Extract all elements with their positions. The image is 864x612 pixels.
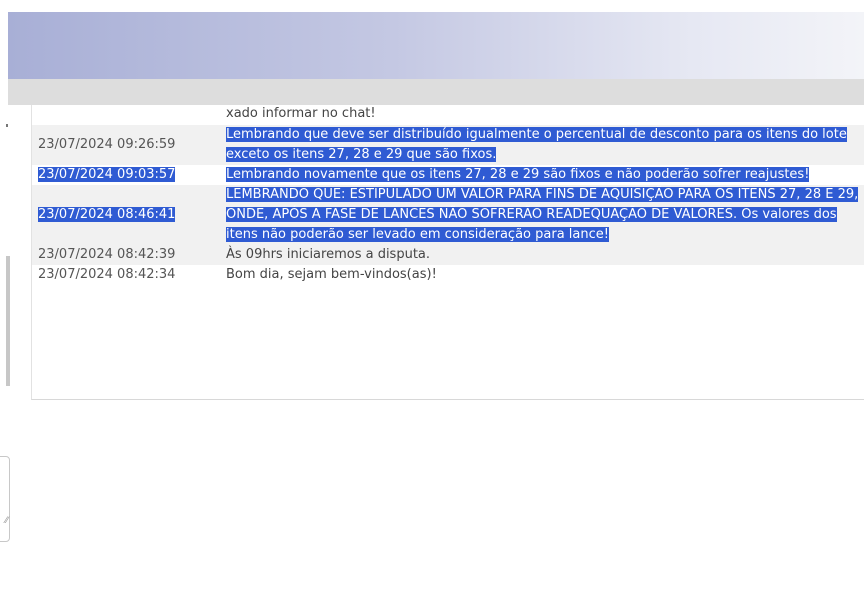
chat-message: Lembrando que deve ser distribuído igual…	[220, 125, 864, 165]
toolbar-strip	[8, 79, 864, 105]
chat-row: 23/07/2024 09:26:59 Lembrando que deve s…	[32, 125, 864, 165]
chat-time-text: 23/07/2024 08:42:39	[38, 247, 176, 262]
chat-message-text: Lembrando que deve ser distribuído igual…	[226, 127, 847, 162]
chat-time: 23/07/2024 08:42:39	[32, 245, 220, 265]
chat-message-text: LEMBRANDO QUE: ESTIPULADO UM VALOR PARA …	[226, 187, 859, 242]
chat-row: 23/07/2024 09:03:57 Lembrando novamente …	[32, 165, 864, 185]
chat-time-text: 23/07/2024 09:26:59	[38, 137, 176, 152]
chat-message: Às 09hrs iniciaremos a disputa.	[220, 245, 864, 265]
chat-row-partial: xado informar no chat!	[32, 105, 864, 125]
chat-time: 23/07/2024 08:42:34	[32, 265, 220, 285]
chat-time	[32, 105, 220, 125]
chat-message: xado informar no chat!	[220, 105, 864, 125]
chat-message-text: Lembrando novamente que os itens 27, 28 …	[226, 167, 810, 182]
chat-time: 23/07/2024 08:46:41	[32, 185, 220, 245]
chat-message: Lembrando novamente que os itens 27, 28 …	[220, 165, 864, 185]
chat-time: 23/07/2024 09:26:59	[32, 125, 220, 165]
chat-message: LEMBRANDO QUE: ESTIPULADO UM VALOR PARA …	[220, 185, 864, 245]
chat-message-text: xado informar no chat!	[226, 106, 376, 118]
chat-time-text: 23/07/2024 08:46:41	[38, 207, 176, 222]
chat-row: 23/07/2024 08:46:41 LEMBRANDO QUE: ESTIP…	[32, 185, 864, 245]
message-input-edge[interactable]	[0, 456, 10, 542]
chat-message-panel[interactable]: xado informar no chat! 23/07/2024 09:26:…	[31, 105, 864, 400]
chat-time-text: 23/07/2024 08:42:34	[38, 267, 176, 282]
chat-time-text: 23/07/2024 09:03:57	[38, 167, 176, 182]
top-margin	[0, 0, 864, 12]
chat-time: 23/07/2024 09:03:57	[32, 165, 220, 185]
chat-message-text: Bom dia, sejam bem-vindos(as)!	[226, 267, 437, 282]
left-tick-mark	[6, 124, 8, 127]
left-scrollbar[interactable]	[6, 256, 10, 386]
chat-message-text: Às 09hrs iniciaremos a disputa.	[226, 247, 431, 262]
chat-row: 23/07/2024 08:42:39 Às 09hrs iniciaremos…	[32, 245, 864, 265]
chat-message: Bom dia, sejam bem-vindos(as)!	[220, 265, 864, 285]
chat-message-table: xado informar no chat! 23/07/2024 09:26:…	[32, 105, 864, 285]
header-banner	[8, 12, 864, 79]
resize-grip-icon[interactable]: ⁄⁄	[5, 517, 8, 526]
chat-row: 23/07/2024 08:42:34 Bom dia, sejam bem-v…	[32, 265, 864, 285]
